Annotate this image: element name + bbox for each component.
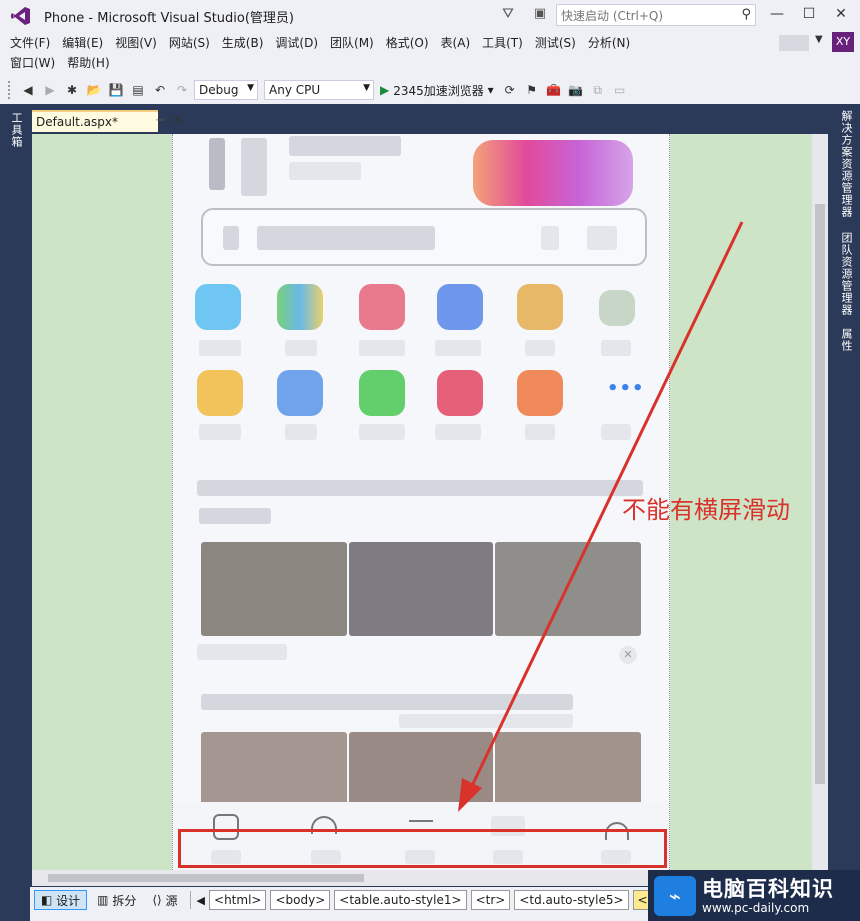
view-source-label: 源 bbox=[165, 893, 178, 908]
view-split-button[interactable]: ▥ 拆分 bbox=[91, 890, 142, 910]
highlight-box bbox=[178, 829, 667, 868]
breadcrumb-table[interactable]: <table.auto-style1> bbox=[334, 890, 467, 910]
breadcrumb-html[interactable]: <html> bbox=[209, 890, 267, 910]
view-split-label: 拆分 bbox=[112, 893, 137, 908]
annotation-arrow bbox=[458, 221, 744, 812]
watermark-url: www.pc-daily.com bbox=[702, 900, 810, 915]
watermark-text: 电脑百科知识 www.pc-daily.com bbox=[702, 877, 834, 915]
monitor-logo-icon: ⌁ bbox=[654, 875, 696, 916]
view-source-button[interactable]: ⟨⟩ 源 bbox=[146, 890, 183, 910]
view-design-label: 设计 bbox=[56, 893, 81, 908]
breadcrumb-prev-icon[interactable]: ◀ bbox=[197, 894, 205, 907]
annotation-label: 不能有横屏滑动 bbox=[622, 496, 790, 524]
breadcrumb-body[interactable]: <body> bbox=[270, 890, 331, 910]
breadcrumb-tr[interactable]: <tr> bbox=[470, 890, 511, 910]
breadcrumb-td[interactable]: <td.auto-style5> bbox=[514, 890, 629, 910]
site-watermark: ⌁ 电脑百科知识 www.pc-daily.com bbox=[648, 870, 860, 921]
divider bbox=[189, 891, 191, 909]
view-design-button[interactable]: ◧ 设计 bbox=[34, 890, 88, 910]
visual-studio-window: Phone - Microsoft Visual Studio(管理员) ⛛ ▣… bbox=[0, 0, 860, 921]
watermark-title: 电脑百科知识 bbox=[702, 876, 834, 901]
